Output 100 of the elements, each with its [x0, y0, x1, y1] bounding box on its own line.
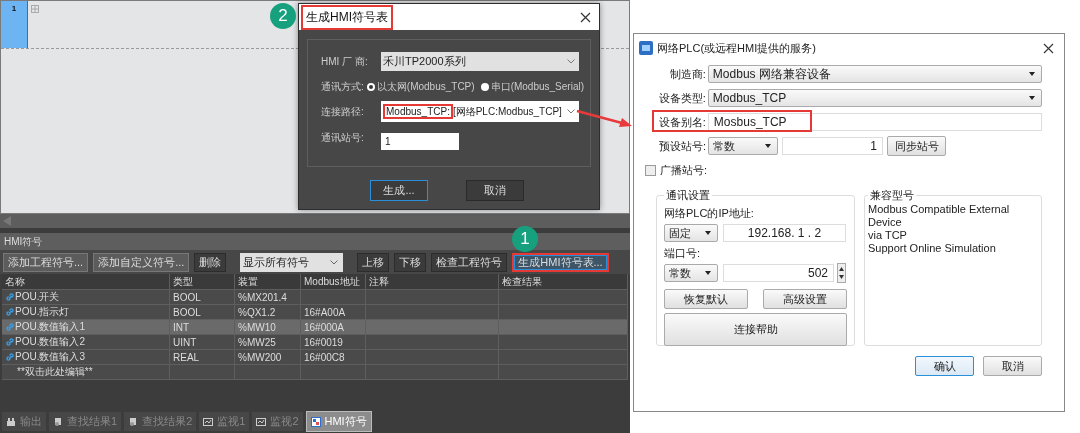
toolbar-button[interactable]: 生成HMI符号表... — [512, 252, 609, 272]
table-cell: 16#0019 — [304, 336, 343, 348]
table-cell: %MW10 — [238, 321, 276, 333]
port-field[interactable]: 502 — [723, 264, 834, 282]
table-cell: 16#00C8 — [304, 351, 345, 363]
link-icon — [5, 292, 15, 302]
vendor-dropdown[interactable]: 禾川TP2000系列 — [381, 52, 579, 71]
alias-field[interactable]: Mosbus_TCP — [707, 113, 1042, 131]
option-label: 以太网(Modbus_TCP) — [376, 79, 475, 94]
toolbar-button[interactable]: 添加工程符号... — [3, 252, 89, 272]
settings-button[interactable]: 高级设置 — [763, 289, 847, 309]
output-icon — [6, 416, 16, 427]
model-text: via TCP — [868, 229, 908, 242]
path-dropdown[interactable]: Modbus_TCP: [网络PLC:Modbus_TCP] — [381, 101, 579, 122]
find-icon — [53, 416, 63, 427]
field-label: 通讯方式: — [321, 79, 365, 94]
window-title: 网络PLC(或远程HMI提供的服务) — [657, 40, 817, 56]
group-title: 通讯设置 — [665, 188, 711, 203]
monitor-icon — [256, 416, 267, 427]
toolbar-button[interactable]: 下移 — [394, 252, 427, 272]
table-cell: %QX1.2 — [238, 306, 276, 318]
option-label: 串口(Modbus_Serial) — [490, 79, 584, 94]
dialog-button[interactable]: 确认 — [915, 356, 974, 376]
scroll-left-icon — [3, 216, 12, 226]
table-row[interactable]: POU.开关 BOOL %MX201.4 — [2, 290, 628, 305]
edit-hint[interactable]: **双击此处编辑** — [17, 365, 93, 379]
dialog-title: 生成HMI符号表 — [301, 4, 393, 30]
find-icon — [128, 416, 139, 427]
ip-mode-dropdown[interactable]: 固定 — [664, 224, 718, 242]
caret-icon — [765, 144, 771, 148]
help-button[interactable]: 连接帮助 — [664, 313, 847, 346]
table-cell: 16#000A — [304, 321, 345, 333]
caret-icon — [705, 271, 711, 275]
field-label: 网络PLC的IP地址: — [664, 205, 754, 221]
device-type-dropdown[interactable]: Modbus_TCP — [707, 89, 1042, 107]
symbol-name: POU.开关 — [15, 290, 60, 304]
table-cell: %MW25 — [238, 336, 276, 348]
toolbar-button[interactable]: 添加自定义符号... — [93, 252, 190, 272]
model-text: Support Online Simulation — [868, 242, 997, 255]
expand-icon — [31, 5, 39, 13]
column-header: 装置 — [238, 274, 258, 289]
chevron-icon — [567, 59, 575, 64]
table-cell: %MW200 — [238, 351, 282, 363]
table-cell: UINT — [173, 336, 197, 348]
hmi-icon — [310, 416, 321, 427]
settings-button[interactable]: 恢复默认 — [664, 289, 748, 309]
field-label: 连接路径: — [321, 104, 365, 119]
table-row[interactable]: **双击此处编辑** — [2, 365, 628, 380]
dialog-button[interactable]: 取消 — [466, 180, 524, 201]
chevron-icon — [330, 259, 339, 265]
station-field[interactable]: 1 — [381, 132, 459, 150]
field-label: 预设站号: — [657, 138, 706, 154]
symbol-name: POU.数值输入2 — [15, 335, 85, 349]
spinner-arrows-icon — [837, 263, 846, 283]
radio-button[interactable] — [366, 82, 375, 91]
toolbar-button[interactable]: 检查工程符号 — [431, 252, 508, 272]
symbol-name: POU.指示灯 — [15, 305, 70, 319]
radio-button[interactable] — [480, 82, 489, 91]
field-label: 通讯站号: — [321, 131, 365, 145]
toolbar-button[interactable]: 上移 — [357, 252, 390, 272]
column-header: 检查结果 — [502, 274, 542, 289]
field-label: 设备别名: — [657, 114, 706, 130]
table-row[interactable]: POU.数值输入1 INT %MW10 16#000A — [2, 320, 628, 335]
chevron-icon — [567, 109, 575, 114]
column-header: 注释 — [369, 274, 389, 289]
link-icon — [5, 352, 15, 362]
link-icon — [5, 322, 15, 332]
ip-field[interactable]: 192.168. 1 . 2 — [723, 224, 846, 242]
station-field[interactable]: 1 — [782, 137, 883, 155]
column-header: 名称 — [5, 274, 25, 289]
checkbox-label: 广播站号: — [660, 162, 708, 178]
station-mode-dropdown[interactable]: 常数 — [708, 137, 778, 155]
symbol-name: POU.数值输入1 — [15, 320, 85, 334]
app-icon — [639, 41, 653, 55]
dialog-button[interactable]: 生成... — [370, 180, 428, 201]
dialog-button[interactable]: 取消 — [983, 356, 1042, 376]
close-icon[interactable] — [580, 11, 591, 23]
toolbar-button[interactable]: 删除 — [194, 252, 227, 272]
table-cell: INT — [173, 321, 190, 333]
field-label: 端口号: — [664, 245, 701, 261]
column-header: Modbus地址 — [304, 274, 360, 289]
manufacturer-dropdown[interactable]: Modbus 网络兼容设备 — [707, 65, 1042, 83]
close-icon[interactable] — [1043, 42, 1054, 54]
monitor-icon — [203, 416, 214, 427]
table-row[interactable]: POU.数值输入2 UINT %MW25 16#0019 — [2, 335, 628, 350]
caret-icon — [1029, 96, 1035, 100]
field-label: 制造商: — [668, 66, 706, 82]
table-row[interactable]: POU.数值输入3 REAL %MW200 16#00C8 — [2, 350, 628, 365]
table-cell: REAL — [173, 351, 200, 363]
rung-number: 1 — [1, 1, 28, 48]
port-mode-dropdown[interactable]: 常数 — [664, 264, 718, 282]
table-row[interactable]: POU.指示灯 BOOL %QX1.2 16#A00A — [2, 305, 628, 320]
field-label: HMI 厂 商: — [321, 54, 369, 69]
sync-button[interactable]: 同步站号 — [887, 136, 946, 156]
pointer-arrow — [576, 109, 632, 127]
table-cell: 16#A00A — [304, 306, 346, 318]
filter-dropdown[interactable]: 显示所有符号 — [240, 252, 344, 272]
link-icon — [5, 337, 15, 347]
link-icon — [5, 307, 15, 317]
checkbox[interactable] — [645, 164, 656, 176]
